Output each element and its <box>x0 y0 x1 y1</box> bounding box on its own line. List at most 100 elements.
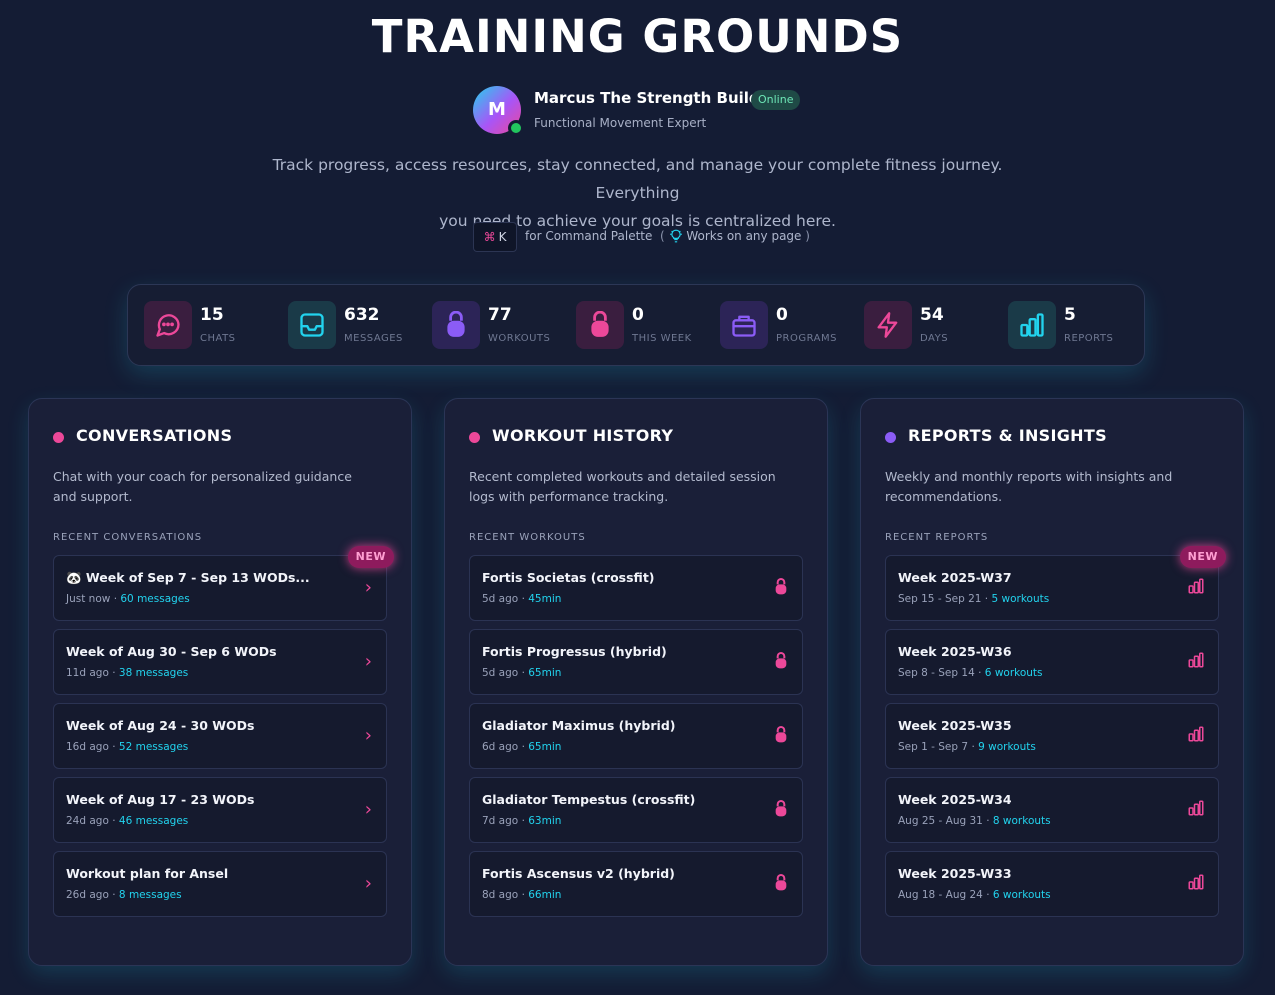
report-range: Aug 25 - Aug 31 <box>898 815 983 827</box>
meta-separator: · <box>986 815 990 827</box>
stat-label: CHATS <box>200 333 236 344</box>
bar-chart-icon <box>1188 874 1204 890</box>
command-palette-subhint: Works on any page <box>686 229 802 243</box>
stat-days[interactable]: 54 DAYS <box>864 301 1004 351</box>
workout-item[interactable]: Gladiator Tempestus (crossfit) 7d ago · … <box>469 777 803 843</box>
panel-title[interactable]: CONVERSATIONS <box>76 426 232 445</box>
message-count: 60 messages <box>120 593 190 605</box>
meta-separator: · <box>986 889 990 901</box>
stat-this-week[interactable]: 0 THIS WEEK <box>576 301 716 351</box>
chevron-right-icon: › <box>364 577 372 598</box>
report-item[interactable]: Week 2025-W36 Sep 8 - Sep 14 · 6 workout… <box>885 629 1219 695</box>
command-palette-shortcut[interactable]: ⌘ K <box>473 222 517 252</box>
conversation-item[interactable]: Week of Aug 24 - 30 WODs 16d ago · 52 me… <box>53 703 387 769</box>
meta-separator: · <box>984 593 989 605</box>
workout-item[interactable]: Fortis Progressus (hybrid) 5d ago · 65mi… <box>469 629 803 695</box>
report-item[interactable]: Week 2025-W37 Sep 15 - Sep 21 · 5 workou… <box>885 546 1226 621</box>
meta-separator: · <box>521 667 525 679</box>
meta-separator: · <box>521 815 525 827</box>
meta-separator: · <box>521 593 525 605</box>
meta-separator: · <box>521 741 525 753</box>
lightning-icon <box>864 301 912 349</box>
conversation-time: 26d ago <box>66 889 109 901</box>
panel-title[interactable]: WORKOUT HISTORY <box>492 426 673 445</box>
workout-duration: 65min <box>528 667 562 679</box>
panel-description: Recent completed workouts and detailed s… <box>469 469 776 504</box>
bar-chart-icon <box>1188 800 1204 816</box>
coach-role: Functional Movement Expert <box>534 116 707 130</box>
command-palette-label: for Command Palette <box>525 229 653 243</box>
stat-value: 54 <box>920 305 944 325</box>
report-item[interactable]: Week 2025-W35 Sep 1 - Sep 7 · 9 workouts <box>885 703 1219 769</box>
report-workout-count: 6 workouts <box>992 889 1051 901</box>
conversation-title: Week of Aug 17 - 23 WODs <box>66 792 255 807</box>
workout-time: 5d ago <box>482 667 519 679</box>
conversation-time: 24d ago <box>66 815 109 827</box>
report-item[interactable]: Week 2025-W33 Aug 18 - Aug 24 · 6 workou… <box>885 851 1219 917</box>
panel-indicator-dot <box>53 432 64 443</box>
kettlebell-icon <box>775 578 787 595</box>
bar-chart-icon <box>1188 578 1204 594</box>
report-range: Sep 15 - Sep 21 <box>898 593 982 605</box>
workout-time: 7d ago <box>482 815 519 827</box>
stat-value: 0 <box>776 305 788 325</box>
inbox-icon <box>288 301 336 349</box>
meta-separator: · <box>113 593 118 605</box>
report-title: Week 2025-W36 <box>898 644 1012 659</box>
chevron-right-icon: › <box>364 873 372 894</box>
stat-label: REPORTS <box>1064 333 1114 344</box>
chevron-right-icon: › <box>364 725 372 746</box>
panel-description: Chat with your coach for personalized gu… <box>53 469 352 504</box>
conversation-item[interactable]: Week of Aug 17 - 23 WODs 24d ago · 46 me… <box>53 777 387 843</box>
report-title: Week 2025-W37 <box>898 570 1012 585</box>
conversation-title: 🐼 Week of Sep 7 - Sep 13 WODs... <box>66 570 310 585</box>
conversation-item[interactable]: Workout plan for Ansel 26d ago · 8 messa… <box>53 851 387 917</box>
conversation-title: Workout plan for Ansel <box>66 866 229 881</box>
meta-separator: · <box>112 741 116 753</box>
stat-messages[interactable]: 632 MESSAGES <box>288 301 428 351</box>
workout-meta: 7d ago · 63min <box>482 815 561 827</box>
conversation-title: Week of Aug 30 - Sep 6 WODs <box>66 644 277 659</box>
workout-time: 8d ago <box>482 889 519 901</box>
workout-duration: 63min <box>528 815 562 827</box>
kettlebell-icon <box>775 800 787 817</box>
stat-workouts[interactable]: 77 WORKOUTS <box>432 301 572 351</box>
bar-chart-icon <box>1188 652 1204 668</box>
coach-profile[interactable]: M Marcus The Strength Builder Online Fun… <box>473 85 813 136</box>
intro-text: Track progress, access resources, stay c… <box>240 151 1035 235</box>
conversation-meta: 26d ago · 8 messages <box>66 889 182 901</box>
stat-programs[interactable]: 0 PROGRAMS <box>720 301 860 351</box>
workout-item[interactable]: Fortis Ascensus v2 (hybrid) 8d ago · 66m… <box>469 851 803 917</box>
kettlebell-icon <box>432 301 480 349</box>
panel-indicator-dot <box>885 432 896 443</box>
report-title: Week 2025-W33 <box>898 866 1012 881</box>
stat-label: THIS WEEK <box>632 333 692 344</box>
reports-panel: REPORTS & INSIGHTS Weekly and monthly re… <box>860 398 1244 966</box>
workout-history-panel: WORKOUT HISTORY Recent completed workout… <box>444 398 828 966</box>
kettlebell-icon <box>775 874 787 891</box>
conversation-item[interactable]: Week of Aug 30 - Sep 6 WODs 11d ago · 38… <box>53 629 387 695</box>
report-workout-count: 8 workouts <box>992 815 1051 827</box>
panel-title[interactable]: REPORTS & INSIGHTS <box>908 426 1107 445</box>
kettlebell-icon <box>576 301 624 349</box>
meta-separator: · <box>112 667 116 679</box>
workout-item[interactable]: Fortis Societas (crossfit) 5d ago · 45mi… <box>469 555 803 621</box>
stat-reports[interactable]: 5 REPORTS <box>1008 301 1148 351</box>
stat-value: 77 <box>488 305 512 325</box>
page-title: TRAINING GROUNDS <box>371 10 904 63</box>
workout-duration: 66min <box>528 889 562 901</box>
workout-item[interactable]: Gladiator Maximus (hybrid) 6d ago · 65mi… <box>469 703 803 769</box>
bar-chart-icon <box>1008 301 1056 349</box>
report-workout-count: 6 workouts <box>984 667 1043 679</box>
workout-time: 6d ago <box>482 741 519 753</box>
report-range: Sep 1 - Sep 7 <box>898 741 969 753</box>
meta-separator: · <box>978 667 982 679</box>
conversation-item[interactable]: 🐼 Week of Sep 7 - Sep 13 WODs... Just no… <box>53 546 394 621</box>
panel-indicator-dot <box>469 432 480 443</box>
report-item[interactable]: Week 2025-W34 Aug 25 - Aug 31 · 8 workou… <box>885 777 1219 843</box>
stat-label: PROGRAMS <box>776 333 837 344</box>
report-meta: Sep 1 - Sep 7 · 9 workouts <box>898 741 1036 753</box>
report-workout-count: 5 workouts <box>991 593 1050 605</box>
stat-chats[interactable]: 15 CHATS <box>144 301 284 351</box>
message-count: 46 messages <box>118 815 189 827</box>
